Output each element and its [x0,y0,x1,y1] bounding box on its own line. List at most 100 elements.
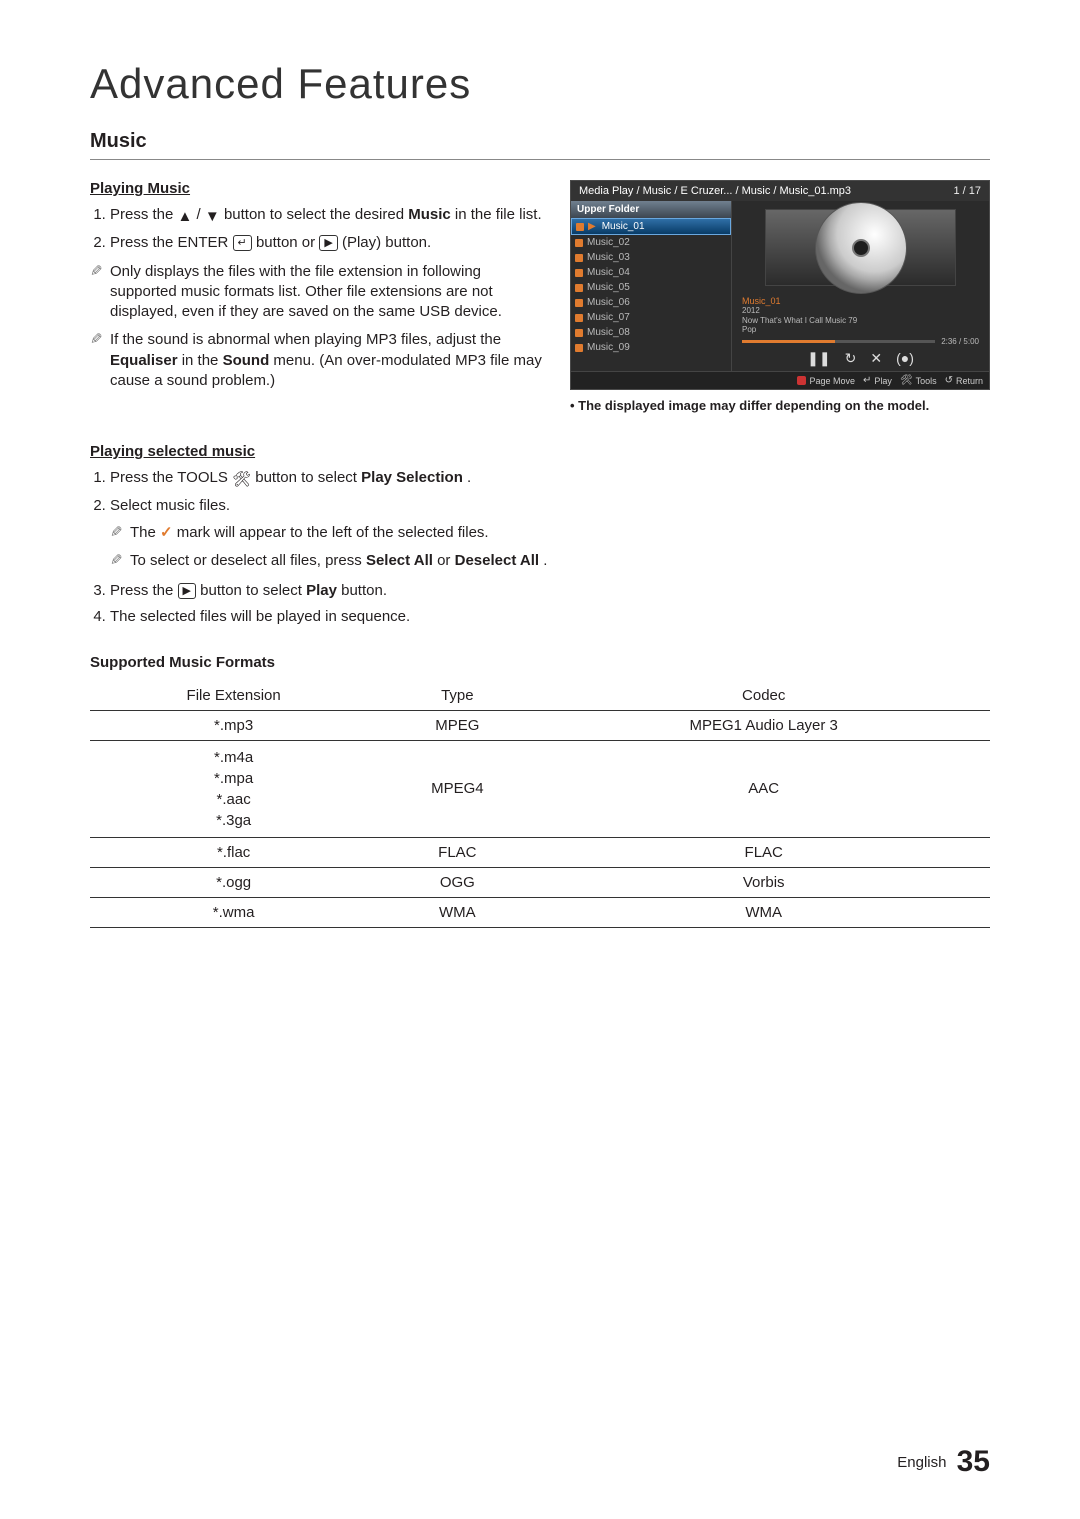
subheading-playing-selected: Playing selected music [90,443,990,460]
subheading-playing-music: Playing Music [90,180,550,197]
text: button. [341,582,387,599]
table-row: *.mp3 MPEG MPEG1 Audio Layer 3 [90,710,990,740]
text: button or [256,234,319,251]
text: mark will appear to the left of the sele… [177,524,489,541]
pause-icon: ❚❚ [807,350,830,367]
now-playing-meta: 2012 Now That's What I Call Music 79 Pop [742,306,979,335]
album-art [742,201,979,294]
check-icon: ✓ [160,524,173,541]
note-equaliser: If the sound is abnormal when playing MP… [110,330,550,391]
th-type: Type [377,681,537,711]
text: Select music files. [110,497,230,514]
cell-ext: *.ogg [90,867,377,897]
cell-type: WMA [377,897,537,927]
list-item: Music_07 [571,310,731,325]
bold-deselect-all: Deselect All [455,552,540,569]
return-icon: ↺ [945,375,953,386]
list-item-label: Music_01 [602,221,645,232]
text: . [467,469,471,486]
table-row: *.ogg OGG Vorbis [90,867,990,897]
cell-ext: *.flac [90,837,377,867]
bold-play-selection: Play Selection [361,469,463,486]
breadcrumb: Media Play / Music / E Cruzer... / Music… [579,185,851,197]
legend-bar: Page Move ↵Play 🛠Tools ↺Return [571,371,989,389]
text: Press the TOOLS [110,469,228,486]
cell-type: OGG [377,867,537,897]
disc-icon [815,202,907,294]
list-item: Music_05 [571,280,731,295]
list-item-label: Music_05 [587,282,630,293]
subnote-select-all: To select or deselect all files, press S… [130,551,990,571]
file-list: Upper Folder ▶Music_01 Music_02 Music_03… [571,201,732,371]
text: Press the [110,582,178,599]
list-item-label: Music_07 [587,312,630,323]
time-display: 2:36 / 5:00 [941,337,979,346]
text: button to select [200,582,306,599]
shuffle-icon: ✕ [870,350,882,367]
cell-codec: FLAC [537,837,990,867]
enter-icon: ↵ [863,375,871,386]
text: button to select the desired [224,206,408,223]
table-row: *.flac FLAC FLAC [90,837,990,867]
formats-table: File Extension Type Codec *.mp3 MPEG MPE… [90,681,990,928]
text: in the [182,352,223,369]
cell-codec: Vorbis [537,867,990,897]
cell-codec: WMA [537,897,990,927]
cell-type: FLAC [377,837,537,867]
page-footer: English 35 [897,1445,990,1479]
play-icon: ▶ [178,583,196,599]
subnote-checkmark: The ✓ mark will appear to the left of th… [130,523,990,543]
cell-codec: AAC [537,740,990,837]
list-item: Music_08 [571,325,731,340]
text: Press the [110,206,178,223]
text: Press the ENTER [110,234,228,251]
bold-equaliser: Equaliser [110,352,178,369]
table-row: *.wma WMA WMA [90,897,990,927]
enter-icon: ↵ [233,235,252,251]
table-row: *.m4a*.mpa*.aac*.3ga MPEG4 AAC [90,740,990,837]
cell-ext: *.wma [90,897,377,927]
cell-type: MPEG4 [377,740,537,837]
playback-controls: ❚❚ ↻ ✕ (●) [742,350,979,367]
legend-label: Tools [916,376,937,386]
tools-icon: 🛠 [232,470,251,490]
bold-music: Music [408,206,451,223]
list-item-label: Music_03 [587,252,630,263]
list-item-label: Music_04 [587,267,630,278]
th-ext: File Extension [90,681,377,711]
text: (Play) button. [342,234,431,251]
page-title: Advanced Features [90,60,990,108]
list-item: Music_06 [571,295,731,310]
legend-label: Return [956,376,983,386]
cell-type: MPEG [377,710,537,740]
up-arrow-icon: ▲ [178,207,193,227]
tools-icon: 🛠 [900,375,913,386]
upper-folder: Upper Folder [571,201,731,218]
step-2: Press the ENTER ↵ button or ▶ (Play) but… [110,233,550,253]
item-count: 1 / 17 [945,185,981,197]
page-number: 35 [957,1445,990,1478]
footer-lang: English [897,1454,946,1471]
bold-play: Play [306,582,337,599]
bold-select-all: Select All [366,552,433,569]
progress-bar [742,340,935,343]
text: The [130,524,160,541]
media-player-screenshot: Media Play / Music / E Cruzer... / Music… [570,180,990,390]
list-item-label: Music_02 [587,237,630,248]
list-item: Music_02 [571,235,731,250]
sound-mode-icon: (●) [896,350,914,367]
step-3: Press the ▶ button to select Play button… [110,581,990,601]
table-header-row: File Extension Type Codec [90,681,990,711]
section-heading-music: Music [90,130,990,153]
legend-label: Page Move [809,376,855,386]
red-button-icon [797,376,806,385]
play-icon: ▶ [319,235,337,251]
text: To select or deselect all files, press [130,552,366,569]
step-1: Press the ▲ / ▼ button to select the des… [110,205,550,227]
list-item: Music_04 [571,265,731,280]
text: If the sound is abnormal when playing MP… [110,331,501,348]
text: in the file list. [455,206,542,223]
legend-label: Play [874,376,892,386]
list-item-label: Music_08 [587,327,630,338]
note-extensions: Only displays the files with the file ex… [110,262,550,323]
